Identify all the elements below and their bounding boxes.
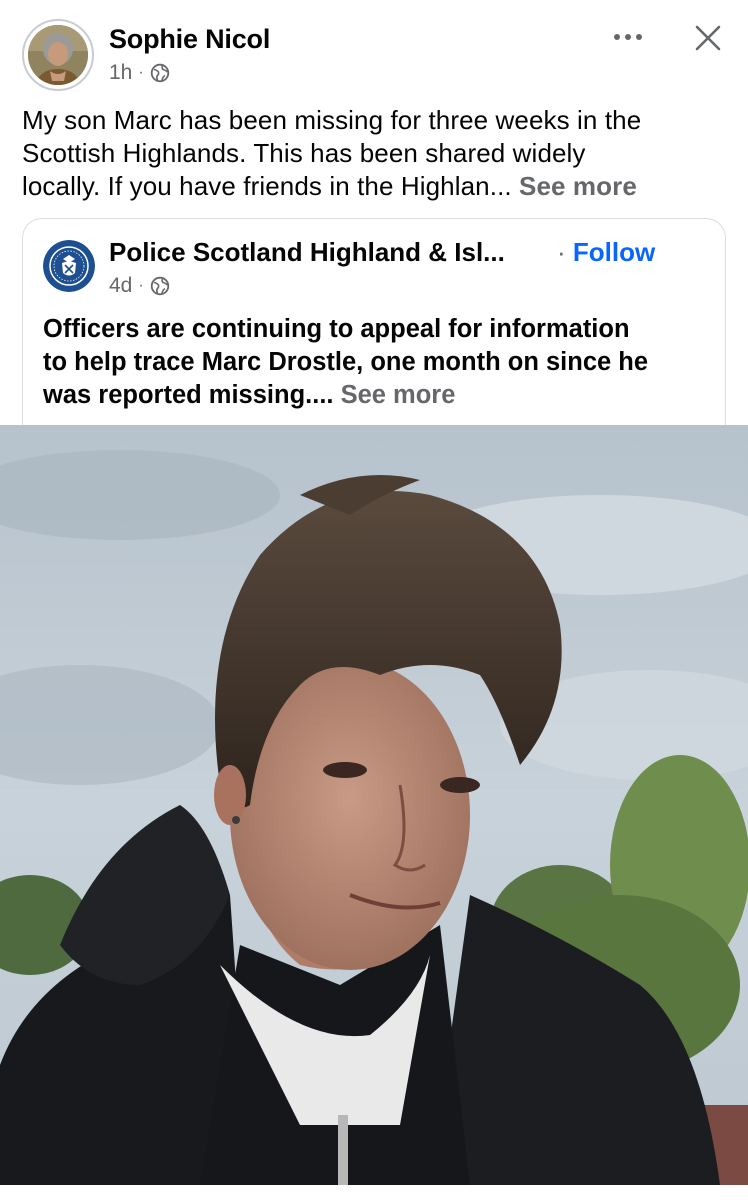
post-photo[interactable] bbox=[0, 425, 748, 1185]
globe-icon bbox=[150, 276, 170, 296]
shared-post-meta: 4d · bbox=[109, 274, 170, 298]
shared-post-time[interactable]: 4d bbox=[109, 274, 132, 298]
author-name[interactable]: Sophie Nicol bbox=[109, 24, 270, 55]
shared-post-text: Officers are continuing to appeal for in… bbox=[43, 313, 713, 412]
shared-text-line: to help trace Marc Drostle, one month on… bbox=[43, 348, 649, 376]
author-avatar[interactable] bbox=[22, 19, 94, 91]
meta-separator: · bbox=[138, 277, 144, 294]
facebook-post: Sophie Nicol 1h · My son Marc has been m… bbox=[0, 0, 748, 1200]
see-more-link[interactable]: See more bbox=[519, 171, 637, 201]
post-text-line: My son Marc has been missing for three w… bbox=[22, 105, 642, 135]
shared-page-name[interactable]: Police Scotland Highland & Isl... bbox=[109, 237, 505, 268]
close-icon[interactable] bbox=[690, 20, 726, 56]
follow-separator: · bbox=[557, 237, 566, 267]
follow-area: · Follow bbox=[557, 237, 655, 268]
post-text-line-content: locally. If you have friends in the High… bbox=[22, 171, 512, 201]
shared-post-card[interactable]: Police Scotland Highland & Isl... · Foll… bbox=[22, 218, 726, 458]
post-text-line: locally. If you have friends in the High… bbox=[22, 170, 730, 203]
post-meta: 1h · bbox=[109, 61, 170, 85]
meta-separator: · bbox=[138, 64, 144, 81]
follow-button[interactable]: Follow bbox=[573, 237, 655, 267]
shared-text-line: Officers are continuing to appeal for in… bbox=[43, 315, 630, 343]
more-options-icon[interactable] bbox=[610, 22, 646, 52]
page-logo[interactable] bbox=[43, 240, 95, 292]
shared-text-line: was reported missing.... See more bbox=[43, 379, 713, 412]
post-text-line: Scottish Highlands. This has been shared… bbox=[22, 138, 586, 168]
shared-see-more-link[interactable]: See more bbox=[341, 381, 456, 409]
post-text: My son Marc has been missing for three w… bbox=[22, 104, 730, 203]
globe-icon bbox=[150, 63, 170, 83]
shared-text-line-content: was reported missing.... bbox=[43, 381, 334, 409]
post-time[interactable]: 1h bbox=[109, 61, 132, 85]
